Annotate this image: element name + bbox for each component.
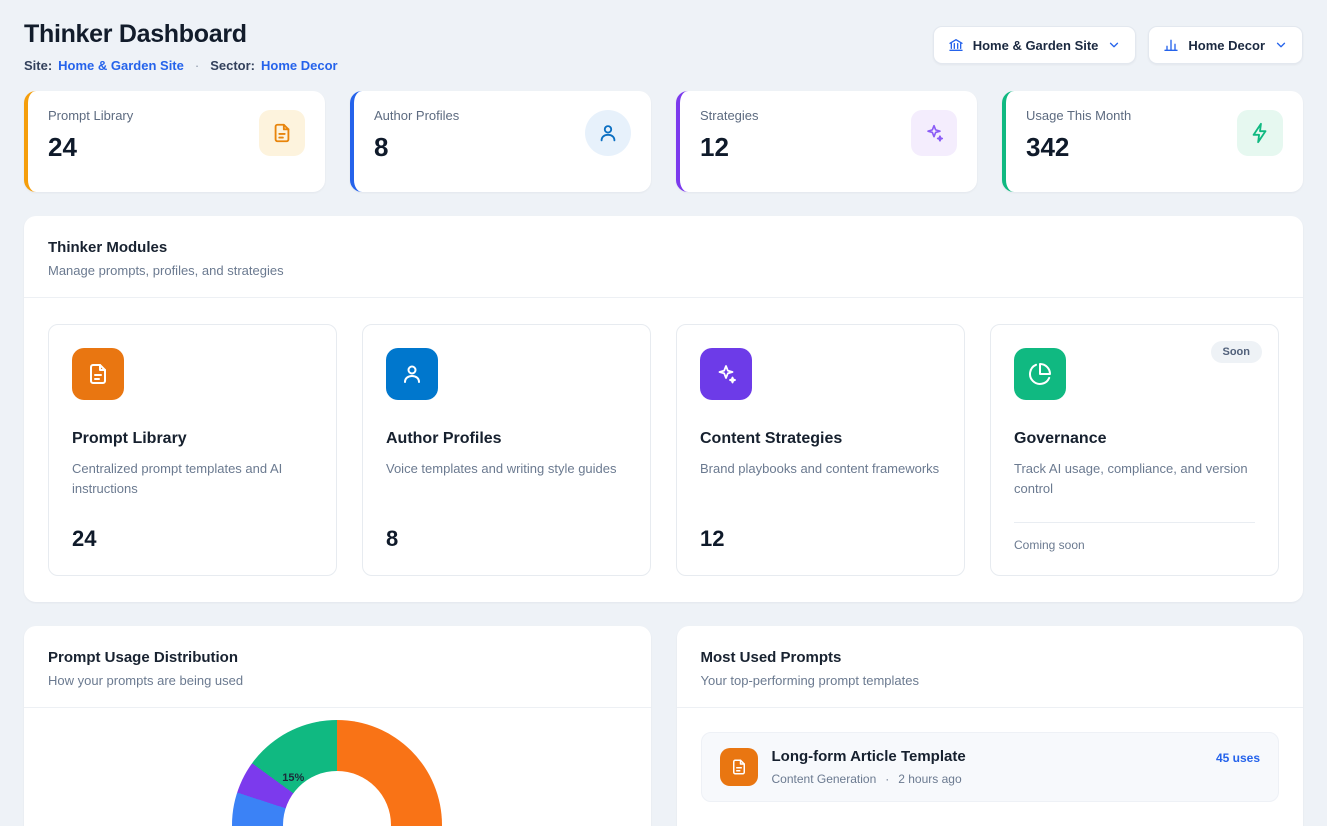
page-title: Thinker Dashboard: [24, 20, 338, 49]
document-icon: [259, 110, 305, 156]
sparkle-star-icon: [700, 348, 752, 400]
prompt-timestamp: 2 hours ago: [898, 772, 961, 786]
stat-card-strategies: Strategies 12: [676, 91, 977, 192]
separator-dot: ·: [885, 772, 889, 786]
most-used-panel-header: Most Used Prompts Your top-performing pr…: [677, 626, 1304, 708]
thinker-dashboard-page: Thinker Dashboard Site: Home & Garden Si…: [0, 0, 1327, 826]
header-selectors: Home & Garden Site Home Decor: [933, 20, 1303, 64]
module-card-content-strategies[interactable]: Content Strategies Brand playbooks and c…: [676, 324, 965, 576]
stat-card-author-profiles: Author Profiles 8: [350, 91, 651, 192]
module-title: Content Strategies: [700, 430, 941, 448]
sparkle-star-icon: [911, 110, 957, 156]
usage-panel-header: Prompt Usage Distribution How your promp…: [24, 626, 651, 708]
header-titles: Thinker Dashboard Site: Home & Garden Si…: [24, 20, 338, 73]
most-used-panel: Most Used Prompts Your top-performing pr…: [677, 626, 1304, 826]
stat-text: Strategies 12: [700, 108, 759, 163]
donut-segment-label: 15%: [282, 772, 304, 784]
module-title: Prompt Library: [72, 430, 313, 448]
prompt-title: Long-form Article Template: [772, 748, 1202, 765]
site-selector-dropdown[interactable]: Home & Garden Site: [933, 26, 1137, 64]
sector-link[interactable]: Home Decor: [261, 58, 338, 73]
chart-area: 15%: [24, 708, 651, 826]
prompt-info: Long-form Article Template Content Gener…: [772, 748, 1202, 786]
site-link[interactable]: Home & Garden Site: [58, 58, 184, 73]
sector-selector-label: Home Decor: [1188, 38, 1265, 53]
soon-badge: Soon: [1211, 341, 1263, 363]
module-title: Governance: [1014, 430, 1255, 448]
module-card-governance[interactable]: Soon Governance Track AI usage, complian…: [990, 324, 1279, 576]
stat-label: Strategies: [700, 108, 759, 123]
thinker-modules-panel: Thinker Modules Manage prompts, profiles…: [24, 216, 1303, 602]
stat-label: Usage This Month: [1026, 108, 1131, 123]
stat-label: Prompt Library: [48, 108, 133, 123]
module-description: Brand playbooks and content frameworks: [700, 459, 941, 479]
stat-value: 12: [700, 132, 759, 163]
stat-card-usage: Usage This Month 342: [1002, 91, 1303, 192]
stat-value: 8: [374, 132, 459, 163]
separator-dot: ·: [195, 58, 199, 73]
modules-grid: Prompt Library Centralized prompt templa…: [24, 298, 1303, 602]
module-card-author-profiles[interactable]: Author Profiles Voice templates and writ…: [362, 324, 651, 576]
person-icon: [585, 110, 631, 156]
panel-title: Most Used Prompts: [701, 649, 1280, 666]
panel-title: Thinker Modules: [48, 239, 1279, 256]
lightning-icon: [1237, 110, 1283, 156]
usage-donut-chart: 15%: [232, 720, 442, 826]
site-label: Site:: [24, 58, 52, 73]
prompt-list: Long-form Article Template Content Gener…: [677, 708, 1304, 826]
stat-card-prompt-library: Prompt Library 24: [24, 91, 325, 192]
stat-text: Prompt Library 24: [48, 108, 133, 163]
pie-chart-icon: [1014, 348, 1066, 400]
module-description: Voice templates and writing style guides: [386, 459, 627, 479]
modules-panel-header: Thinker Modules Manage prompts, profiles…: [24, 216, 1303, 298]
module-title: Author Profiles: [386, 430, 627, 448]
prompt-usage-panel: Prompt Usage Distribution How your promp…: [24, 626, 651, 826]
chevron-down-icon: [1274, 38, 1288, 52]
panel-subtitle: Manage prompts, profiles, and strategies: [48, 263, 1279, 278]
document-icon: [72, 348, 124, 400]
panel-title: Prompt Usage Distribution: [48, 649, 627, 666]
panel-subtitle: How your prompts are being used: [48, 673, 627, 688]
site-selector-label: Home & Garden Site: [973, 38, 1099, 53]
prompt-category: Content Generation: [772, 772, 877, 786]
module-count: 24: [72, 526, 313, 552]
stat-text: Author Profiles 8: [374, 108, 459, 163]
stats-row: Prompt Library 24 Author Profiles 8 Stra…: [24, 91, 1303, 192]
module-description: Centralized prompt templates and AI inst…: [72, 459, 313, 498]
panel-subtitle: Your top-performing prompt templates: [701, 673, 1280, 688]
breadcrumb: Site: Home & Garden Site · Sector: Home …: [24, 58, 338, 73]
prompt-meta: Content Generation · 2 hours ago: [772, 772, 1202, 786]
bar-chart-icon: [1163, 37, 1179, 53]
coming-soon-label: Coming soon: [1014, 522, 1255, 552]
stat-value: 24: [48, 132, 133, 163]
module-card-prompt-library[interactable]: Prompt Library Centralized prompt templa…: [48, 324, 337, 576]
prompt-use-count: 45 uses: [1216, 751, 1260, 765]
chevron-down-icon: [1107, 38, 1121, 52]
module-count: 8: [386, 526, 627, 552]
bottom-row: Prompt Usage Distribution How your promp…: [24, 626, 1303, 826]
prompt-list-item[interactable]: Long-form Article Template Content Gener…: [701, 732, 1280, 802]
stat-value: 342: [1026, 132, 1131, 163]
stat-text: Usage This Month 342: [1026, 108, 1131, 163]
document-icon: [720, 748, 758, 786]
page-header: Thinker Dashboard Site: Home & Garden Si…: [24, 20, 1303, 73]
sector-label: Sector:: [210, 58, 255, 73]
building-icon: [948, 37, 964, 53]
stat-label: Author Profiles: [374, 108, 459, 123]
sector-selector-dropdown[interactable]: Home Decor: [1148, 26, 1303, 64]
person-icon: [386, 348, 438, 400]
module-count: 12: [700, 526, 941, 552]
module-description: Track AI usage, compliance, and version …: [1014, 459, 1255, 498]
